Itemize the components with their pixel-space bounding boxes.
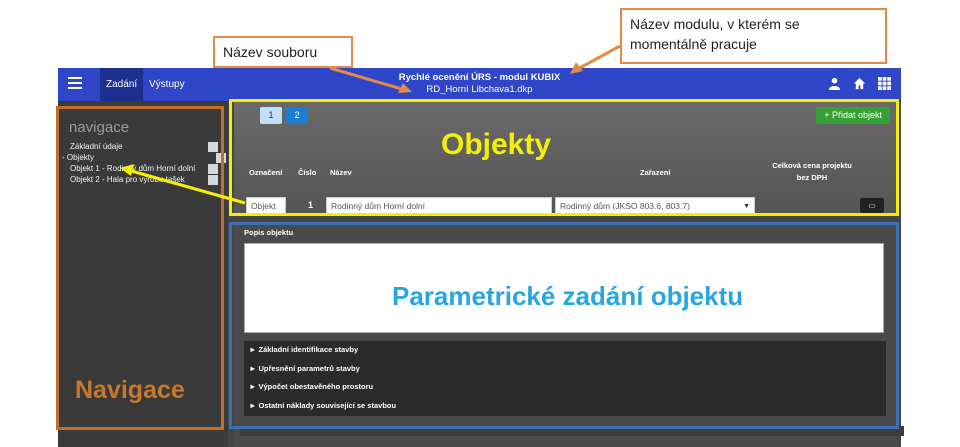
tab-zadani[interactable]: Zadání xyxy=(100,68,144,101)
grid-icon[interactable] xyxy=(878,77,891,90)
objects-highlight xyxy=(229,99,899,216)
top-bar: Zadání Výstupy Rychlé ocenění ÚRS - modu… xyxy=(58,68,901,101)
module-name: Rychlé ocenění ÚRS - modul KUBIX xyxy=(398,72,561,83)
module-callout: Název modulu, v kterém se momentálně pra… xyxy=(620,8,887,64)
file-name-callout: Název souboru xyxy=(213,36,353,68)
user-icon[interactable] xyxy=(828,77,841,90)
parametric-highlight xyxy=(229,222,899,429)
home-icon[interactable] xyxy=(853,77,866,90)
objects-overlay-label: Objekty xyxy=(441,128,552,161)
parametric-overlay-label: Parametrické zadání objektu xyxy=(392,281,744,311)
toolbar-icons xyxy=(828,77,891,90)
tab-vystupy[interactable]: Výstupy xyxy=(143,68,191,101)
menu-icon[interactable] xyxy=(68,77,82,91)
app-title: Rychlé ocenění ÚRS - modul KUBIX RD_Horn… xyxy=(358,72,601,96)
file-name: RD_Horní Libchava1.dkp xyxy=(426,84,533,95)
navigation-overlay-label: Navigace xyxy=(75,376,185,404)
